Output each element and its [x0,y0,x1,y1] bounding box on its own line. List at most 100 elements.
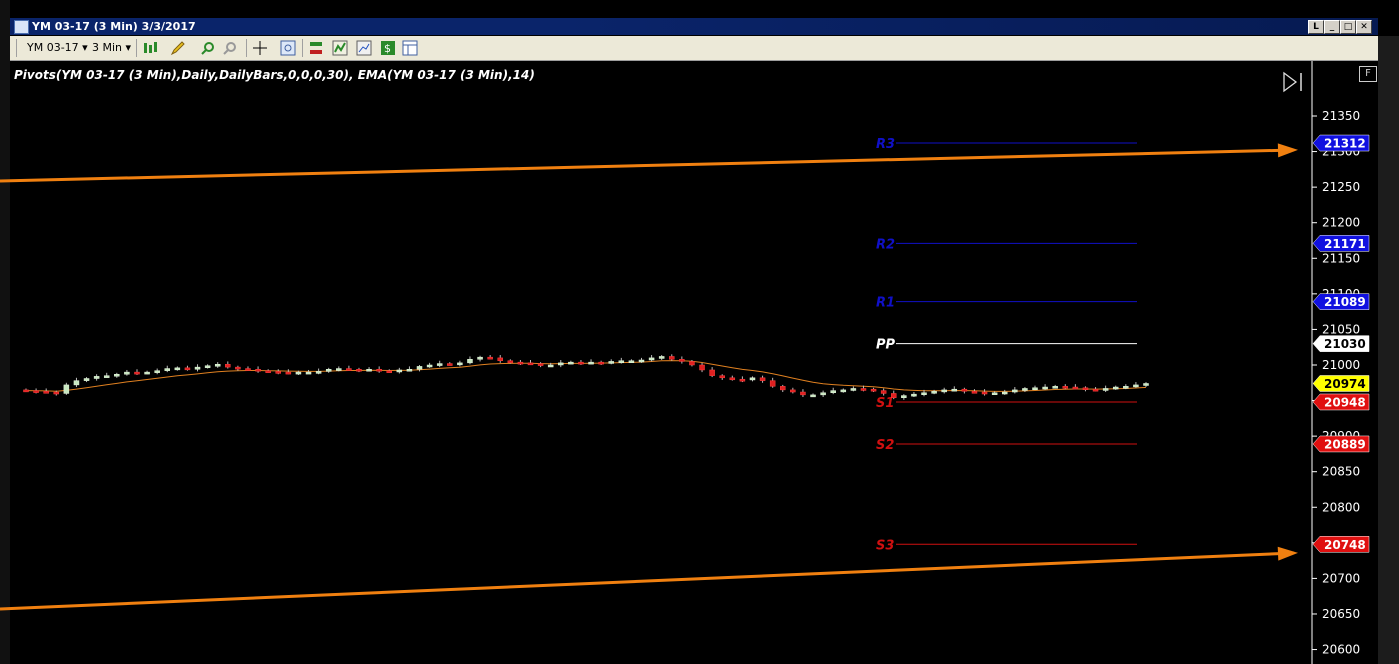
price-tag-s3-text: 20748 [1324,538,1366,552]
candle-down [497,357,503,361]
candle-down [43,391,49,394]
candle-up [1133,384,1139,388]
candle-down [790,389,796,393]
candle-down [679,359,685,362]
candle-up [820,392,826,396]
candle-down [33,390,39,393]
candle-down [971,391,978,394]
price-tag-s2-text: 20889 [1324,437,1366,451]
candle-up [991,392,998,395]
candle-up [1052,386,1058,389]
candle-up [164,368,171,371]
candle-up [1042,386,1048,390]
candle-down [729,377,736,381]
candle-down [184,367,191,371]
candle-down [669,356,675,360]
candle-down [860,388,867,391]
candle-up [830,390,836,393]
candle-up [426,364,433,368]
price-tag-r3-text: 21312 [1324,137,1366,151]
candle-down [255,369,261,372]
upper-annotation-arrow [0,148,1295,183]
candle-down [769,380,776,387]
price-tag-r2-text: 21171 [1324,237,1366,251]
y-tick-label: 21350 [1322,109,1360,123]
candle-down [578,361,584,365]
price-tag-pp-text: 21030 [1324,337,1366,351]
lower-annotation-arrow [0,551,1295,611]
candle-down [265,370,271,373]
candle-down [275,371,282,374]
candle-up [1112,386,1119,390]
candle-up [941,389,947,393]
candle-down [890,393,897,398]
candle-down [386,370,392,373]
candle-up [951,388,958,392]
candle-up [901,395,907,398]
candle-down [759,377,766,381]
price-tag-s1-text: 20948 [1324,395,1366,409]
candle-down [235,366,241,370]
candle-up [406,369,413,372]
candle-up [103,375,110,378]
candle-down [527,362,534,366]
candle-down [709,369,715,376]
candle-up [295,371,302,375]
candle-up [628,360,635,363]
candle-down [880,390,887,394]
y-tick-label: 21250 [1322,180,1360,194]
candle-up [1012,389,1018,393]
candle-down [780,386,786,391]
candle-up [658,356,665,359]
candle-up [1032,387,1038,391]
candle-down [537,363,544,366]
candle-down [346,368,352,371]
candle-up [436,363,443,366]
annotations [0,71,1302,611]
candle-up [749,377,756,381]
candle-down [53,391,60,395]
candle-down [961,388,968,392]
ema-polyline [25,360,1147,392]
candle-up [840,389,847,393]
candle-up [194,366,201,370]
y-tick-label: 21200 [1322,216,1360,230]
candle-up [1022,388,1028,391]
candle-up [214,364,221,367]
candle-up [638,359,645,363]
candle-down [1072,386,1079,390]
candle-down [1062,386,1069,389]
candle-down [507,360,514,363]
price-tag-r1-text: 21089 [1324,295,1366,309]
candle-down [719,375,725,379]
candle-up [204,365,211,368]
lower-annotation-arrow-head [1277,546,1298,561]
candle-up [154,370,160,373]
pivot-label-r1: R1 [876,296,895,311]
pivot-label-s1: S1 [876,396,894,411]
candle-up [1143,383,1149,386]
candle-down [225,364,231,368]
candle-down [487,356,493,360]
candle-up [648,357,655,361]
candle-down [1092,388,1099,392]
pivot-label-pp: PP [876,338,896,353]
candle-down [245,368,251,371]
y-tick-label: 21050 [1322,322,1360,336]
candle-down [356,369,362,372]
candle-down [699,364,705,371]
candle-up [810,394,816,398]
candle-up [568,361,574,365]
y-tick-label: 20800 [1322,500,1360,514]
candle-up [588,361,594,365]
y-tick-label: 21000 [1322,358,1360,372]
candle-down [134,371,140,375]
upper-annotation-arrow-head [1277,143,1298,158]
candle-up [144,371,150,375]
candle-up [608,361,614,364]
candle-up [83,378,90,381]
price-axis: 2060020650207002075020800208502090020950… [1311,61,1360,664]
candle-down [598,361,604,365]
candle-up [124,371,130,375]
candle-down [800,391,806,396]
